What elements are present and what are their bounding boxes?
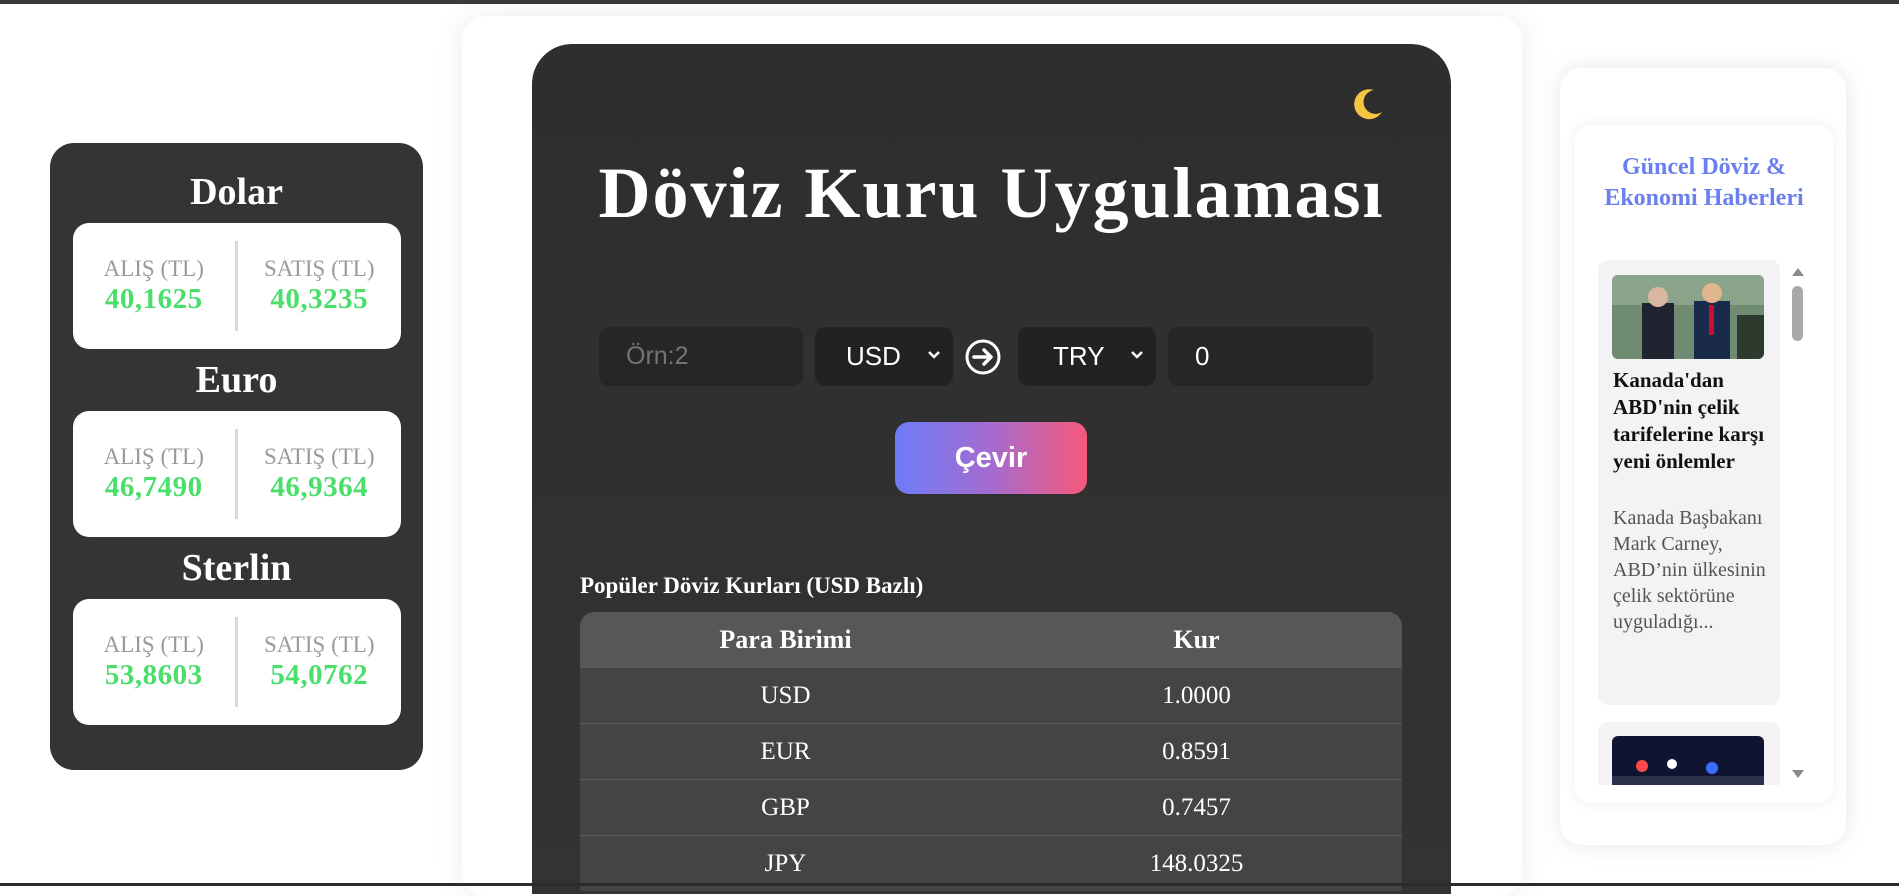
buy-column: ALIŞ (TL) 46,7490 xyxy=(73,444,236,504)
page-title: Döviz Kuru Uygulaması xyxy=(598,153,1385,233)
currency-cell: EUR xyxy=(580,723,991,780)
column-header: Para Birimi xyxy=(580,612,991,668)
rate-cell: 0.8591 xyxy=(991,723,1402,780)
currency-cell: GBP xyxy=(580,779,991,836)
rate-title: Dolar xyxy=(190,171,283,213)
scroll-down-arrow-icon[interactable] xyxy=(1790,768,1806,780)
sell-label: SATIŞ (TL) xyxy=(263,632,375,657)
popular-rates-table: Para Birimi Kur USD 1.0000 EUR 0.8591 GB… xyxy=(580,612,1402,891)
rate-block-dolar: Dolar ALIŞ (TL) 40,1625 SATIŞ (TL) 40,32… xyxy=(50,171,423,349)
buy-label: ALIŞ (TL) xyxy=(103,444,204,469)
sell-value: 46,9364 xyxy=(270,471,369,503)
news-item[interactable] xyxy=(1598,722,1780,785)
chevron-down-icon xyxy=(1131,351,1143,359)
buy-column: ALIŞ (TL) 53,8603 xyxy=(73,632,236,692)
from-currency-select[interactable]: USD xyxy=(815,327,953,386)
table-row: USD 1.0000 xyxy=(580,667,1402,724)
rate-card: ALIŞ (TL) 40,1625 SATIŞ (TL) 40,3235 xyxy=(72,223,401,349)
buy-label: ALIŞ (TL) xyxy=(103,632,204,657)
to-currency-value: TRY xyxy=(1053,341,1105,371)
to-currency-select[interactable]: TRY xyxy=(1018,327,1156,386)
rate-block-sterlin: Sterlin ALIŞ (TL) 53,8603 SATIŞ (TL) 54,… xyxy=(50,547,423,725)
buy-column: ALIŞ (TL) 40,1625 xyxy=(73,256,236,316)
result-field[interactable]: 0 xyxy=(1168,327,1373,386)
exchange-rates-panel: Dolar ALIŞ (TL) 40,1625 SATIŞ (TL) 40,32… xyxy=(50,143,423,770)
news-image xyxy=(1612,736,1764,785)
buy-value: 53,8603 xyxy=(104,659,203,691)
rate-cell: 1.0000 xyxy=(991,667,1402,724)
news-clip xyxy=(1575,125,1833,785)
buy-value: 46,7490 xyxy=(104,471,203,503)
rate-title: Sterlin xyxy=(181,547,292,589)
sell-column: SATIŞ (TL) 40,3235 xyxy=(238,256,401,316)
buy-label: ALIŞ (TL) xyxy=(103,256,204,281)
rate-block-euro: Euro ALIŞ (TL) 46,7490 SATIŞ (TL) 46,936… xyxy=(50,359,423,537)
window-top-border xyxy=(0,0,1899,4)
sell-column: SATIŞ (TL) 54,0762 xyxy=(238,632,401,692)
buy-value: 40,1625 xyxy=(104,283,203,315)
from-currency-value: USD xyxy=(846,341,901,371)
popular-rates-title: Popüler Döviz Kurları (USD Bazlı) xyxy=(580,573,924,598)
rate-title: Euro xyxy=(195,359,278,401)
scroll-up-arrow-icon[interactable] xyxy=(1790,266,1806,278)
sell-label: SATIŞ (TL) xyxy=(263,256,375,281)
currency-cell: USD xyxy=(580,667,991,724)
moon-icon[interactable] xyxy=(1348,84,1388,124)
convert-button[interactable]: Çevir xyxy=(895,422,1087,494)
sell-value: 54,0762 xyxy=(270,659,369,691)
rate-card: ALIŞ (TL) 53,8603 SATIŞ (TL) 54,0762 xyxy=(72,599,401,725)
rate-cell: 0.7457 xyxy=(991,779,1402,836)
swap-arrow-icon[interactable] xyxy=(964,338,1002,376)
table-row: GBP 0.7457 xyxy=(580,779,1402,836)
sell-label: SATIŞ (TL) xyxy=(263,444,375,469)
sell-value: 40,3235 xyxy=(270,283,369,315)
scrollbar-thumb[interactable] xyxy=(1792,286,1803,341)
column-header: Kur xyxy=(991,612,1402,668)
amount-input[interactable] xyxy=(599,327,803,386)
table-header-row: Para Birimi Kur xyxy=(580,612,1402,668)
table-row: EUR 0.8591 xyxy=(580,723,1402,780)
sell-column: SATIŞ (TL) 46,9364 xyxy=(238,444,401,504)
chevron-down-icon xyxy=(928,351,940,359)
rate-card: ALIŞ (TL) 46,7490 SATIŞ (TL) 46,9364 xyxy=(72,411,401,537)
